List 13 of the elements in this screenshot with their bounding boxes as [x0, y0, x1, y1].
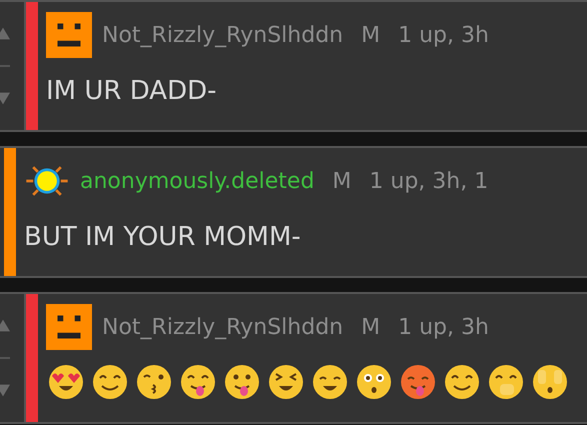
comment-text: BUT IM YOUR MOMM- [24, 222, 302, 252]
comment-meta: 1 up, 3h, 1 [369, 168, 488, 194]
username-link[interactable]: anonymously.deleted [80, 168, 314, 194]
gender-label: M [361, 22, 380, 48]
gender-label: M [332, 168, 352, 194]
comment-meta: 1 up, 3h [398, 22, 489, 48]
username-link[interactable]: Not_Rizzly_RynSlhddn [102, 314, 344, 340]
comment-meta: 1 up, 3h [398, 314, 489, 340]
gender-label: M [361, 314, 380, 340]
avatar-icon[interactable] [46, 12, 92, 58]
username-link[interactable]: Not_Rizzly_RynSlhddn [102, 22, 344, 48]
avatar-icon[interactable] [46, 304, 92, 350]
comment-text: IM UR DADD- [46, 76, 218, 106]
